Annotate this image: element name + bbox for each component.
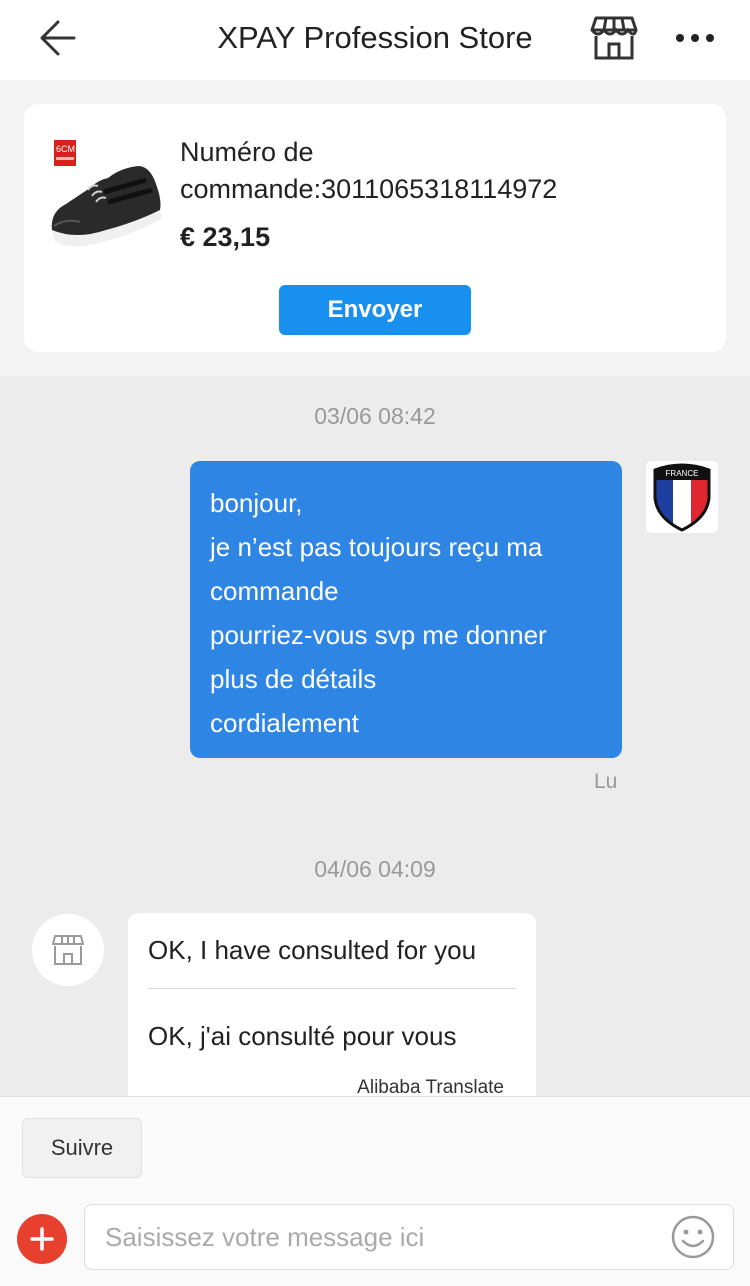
message-composer [84,1204,734,1270]
order-number: Numéro de commande:3011065318114972 [180,137,558,204]
incoming-message-bubble[interactable]: OK, I have consulted for you OK, j'ai co… [128,913,536,1113]
avatar-badge-text: FRANCE [666,469,699,478]
message-line: plus de détails [210,664,377,694]
original-message-text: OK, I have consulted for you [148,935,477,965]
message-timestamp: 03/06 08:42 [314,403,436,429]
message-line: bonjour, [210,488,303,518]
store-button[interactable] [586,12,642,64]
message-line: cordialement [210,708,359,738]
message-input[interactable] [105,1205,665,1269]
translation-divider [148,988,516,989]
message-line: commande [210,576,339,606]
store-avatar[interactable] [32,914,104,986]
order-card-area: 6CM Numéro de commande:3011065318114972 … [0,80,750,376]
storefront-icon [52,935,84,965]
order-price: € 23,15 [180,222,271,252]
follow-button[interactable]: Suivre [22,1118,142,1178]
add-attachment-button[interactable] [17,1214,67,1264]
more-options-button[interactable] [670,18,720,58]
message-line: pourriez-vous svp me donner [210,620,547,650]
message-line: je n’est pas toujours reçu ma [210,532,543,562]
outgoing-message-bubble[interactable]: bonjour, je n’est pas toujours reçu ma c… [190,461,622,758]
user-avatar[interactable]: FRANCE [646,461,718,533]
top-nav-bar: XPAY Profession Store [0,0,750,80]
smiley-icon [671,1215,715,1259]
send-order-button[interactable]: Envoyer [279,285,471,335]
france-shield-icon: FRANCE [653,463,711,532]
order-card[interactable]: 6CM Numéro de commande:3011065318114972 … [24,104,726,352]
emoji-button[interactable] [669,1213,717,1261]
bottom-input-bar: Suivre [0,1096,750,1286]
translated-message-text: OK, j'ai consulté pour vous [148,1021,457,1051]
product-thumbnail[interactable]: 6CM [46,130,166,254]
storefront-icon [590,16,638,60]
message-timestamp: 04/06 04:09 [314,856,436,882]
read-status: Lu [594,770,618,793]
thumbnail-badge: 6CM [56,144,75,154]
plus-icon [30,1227,54,1251]
more-dots-icon [676,34,714,42]
